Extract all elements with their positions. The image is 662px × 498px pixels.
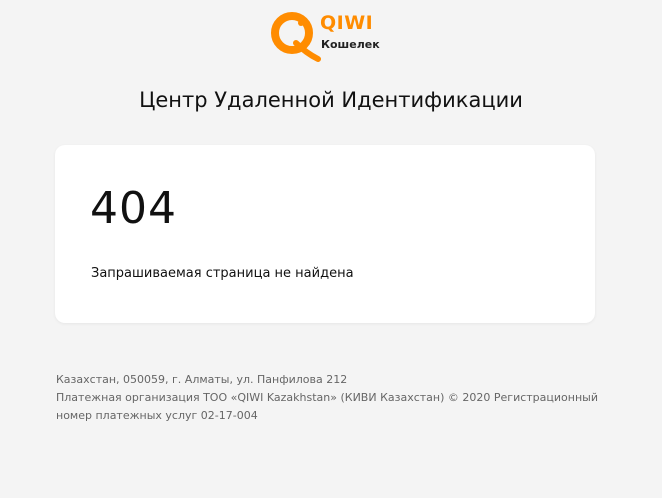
logo-brand-text: QIWI <box>320 12 374 34</box>
error-card: 404 Запрашиваемая страница не найдена <box>55 145 595 323</box>
qiwi-logo-icon <box>271 12 321 62</box>
footer-legal-line: Платежная организация ТОО «QIWI Kazakhst… <box>56 391 598 404</box>
error-code: 404 <box>90 183 177 234</box>
error-message: Запрашиваемая страница не найдена <box>91 266 354 281</box>
logo-subtitle: Кошелек <box>321 38 380 51</box>
qiwi-logo[interactable]: QIWI Кошелек <box>268 9 388 63</box>
footer-registration-line: номер платежных услуг 02-17-004 <box>56 409 258 422</box>
footer-address: Казахстан, 050059, г. Алматы, ул. Панфил… <box>56 373 348 386</box>
footer: Казахстан, 050059, г. Алматы, ул. Панфил… <box>56 371 598 425</box>
page-title: Центр Удаленной Идентификации <box>139 88 523 112</box>
